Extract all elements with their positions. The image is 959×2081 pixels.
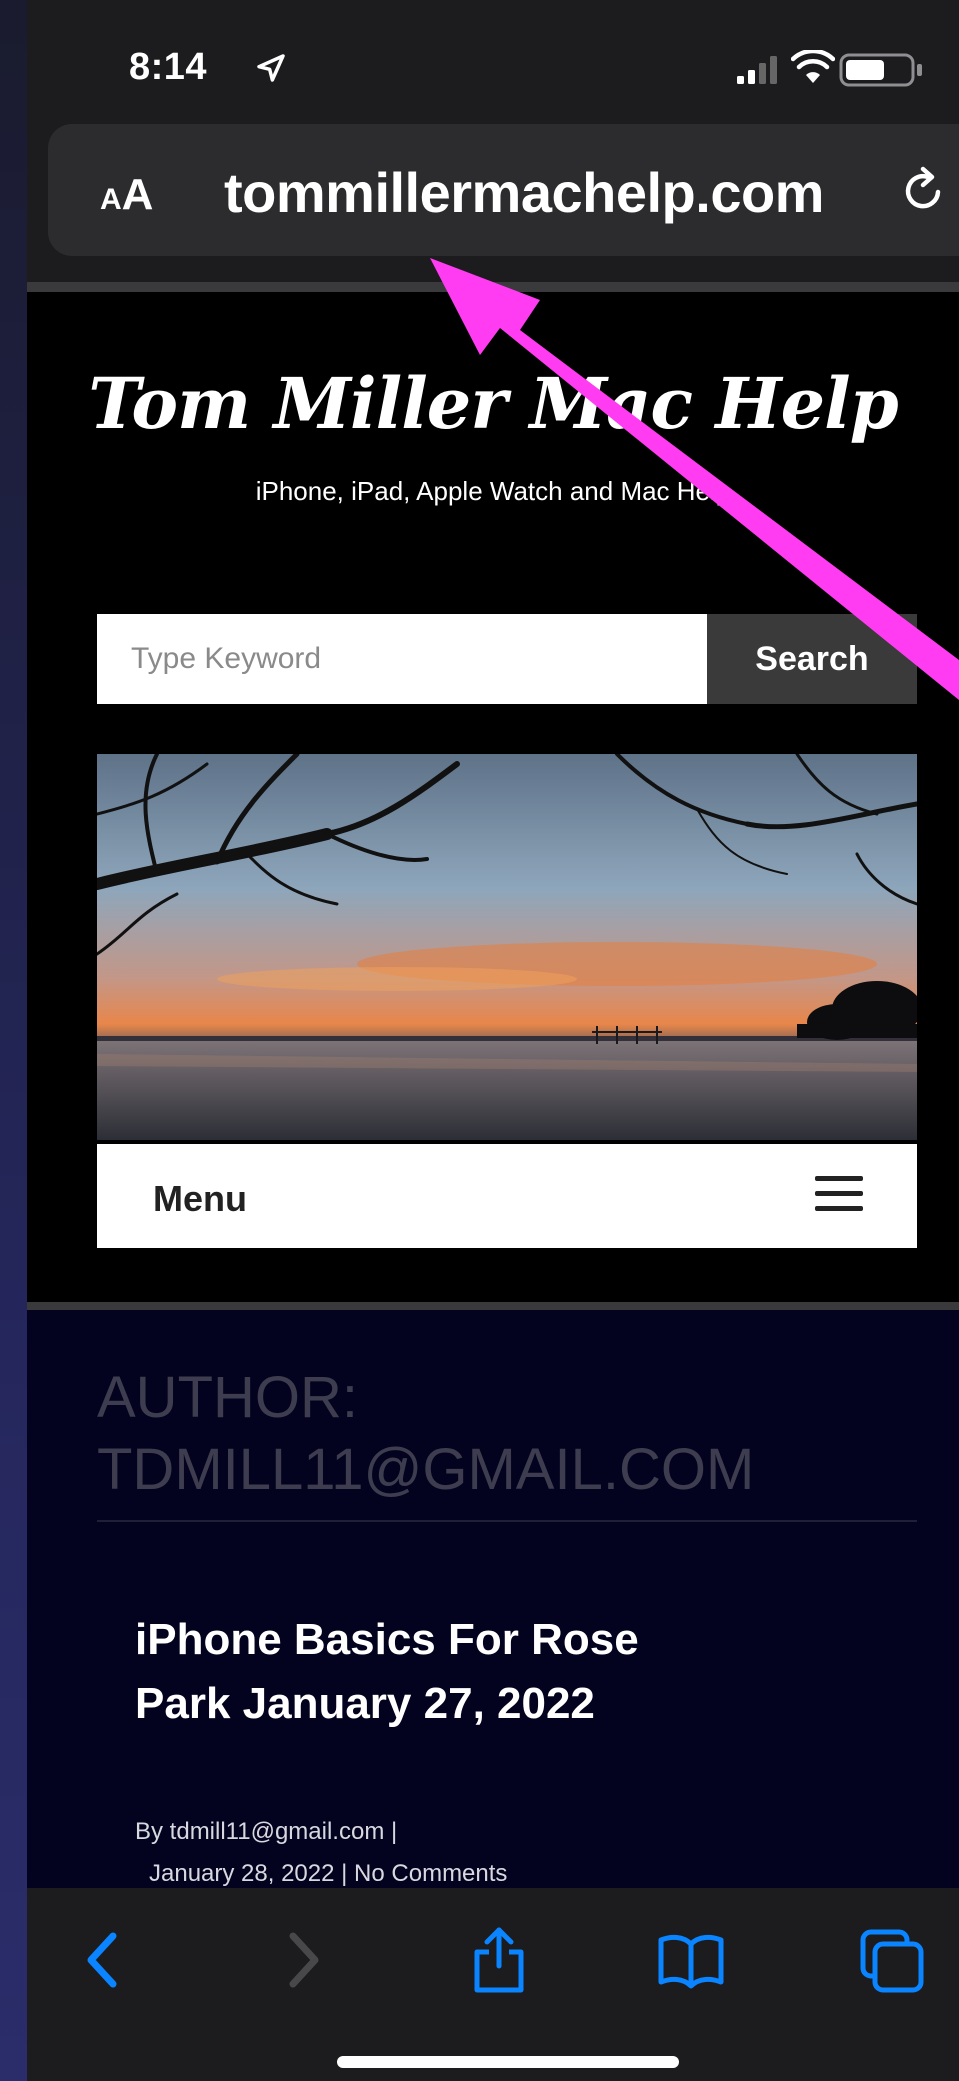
menu-label: Menu <box>153 1178 247 1219</box>
address-bar[interactable]: AA tommillermachelp.com <box>48 124 959 256</box>
tabs-icon[interactable] <box>855 1924 927 1996</box>
heading-divider <box>97 1520 917 1522</box>
reader-text-size-button[interactable]: AA <box>100 170 153 220</box>
status-bar: 8:14 <box>27 0 959 120</box>
site-header: Tom Miller Mac Help iPhone, iPad, Apple … <box>27 292 959 1302</box>
share-icon[interactable] <box>463 1924 535 1996</box>
cellular-signal-icon <box>737 56 777 84</box>
background-edge <box>0 0 27 2081</box>
search-button[interactable]: Search <box>707 614 917 704</box>
archive-heading-line2: TDMILL11@GMAIL.COM <box>97 1437 755 1502</box>
bookmarks-icon[interactable] <box>655 1924 727 1996</box>
search-input[interactable] <box>97 614 707 704</box>
archive-content: AUTHOR: TDMILL11@GMAIL.COM iPhone Basics… <box>27 1310 959 1890</box>
content-divider <box>27 1302 959 1310</box>
home-indicator <box>337 2056 679 2068</box>
site-tagline: iPhone, iPad, Apple Watch and Mac Help <box>255 476 731 506</box>
post-title-link[interactable]: iPhone Basics For Rose Park January 27, … <box>135 1608 735 1736</box>
url-text[interactable]: tommillermachelp.com <box>224 160 824 225</box>
safari-bottom-toolbar <box>27 1888 959 2081</box>
menu-toggle-bar[interactable]: Menu <box>97 1144 917 1248</box>
battery-icon <box>839 53 922 87</box>
forward-icon[interactable] <box>267 1924 339 1996</box>
reload-icon[interactable] <box>898 164 950 216</box>
wifi-icon <box>791 50 835 83</box>
archive-heading: AUTHOR: TDMILL11@GMAIL.COM <box>97 1362 917 1506</box>
post-date-comments[interactable]: January 28, 2022 | No Comments <box>149 1860 507 1888</box>
sunset-lake-header-image <box>97 754 917 1140</box>
toolbar-divider <box>27 282 959 292</box>
site-title[interactable]: Tom Miller Mac Help <box>27 362 959 445</box>
phone-screen: 8:14 AA tommillermachelp.com Tom Miller … <box>27 0 959 2081</box>
back-icon[interactable] <box>69 1924 141 1996</box>
search-form: Search <box>97 614 917 704</box>
post-byline[interactable]: By tdmill11@gmail.com | <box>135 1818 397 1846</box>
archive-heading-line1: AUTHOR: <box>97 1365 358 1430</box>
hamburger-menu-icon[interactable] <box>813 1174 865 1214</box>
location-arrow-icon <box>257 54 285 82</box>
status-time: 8:14 <box>129 46 208 88</box>
